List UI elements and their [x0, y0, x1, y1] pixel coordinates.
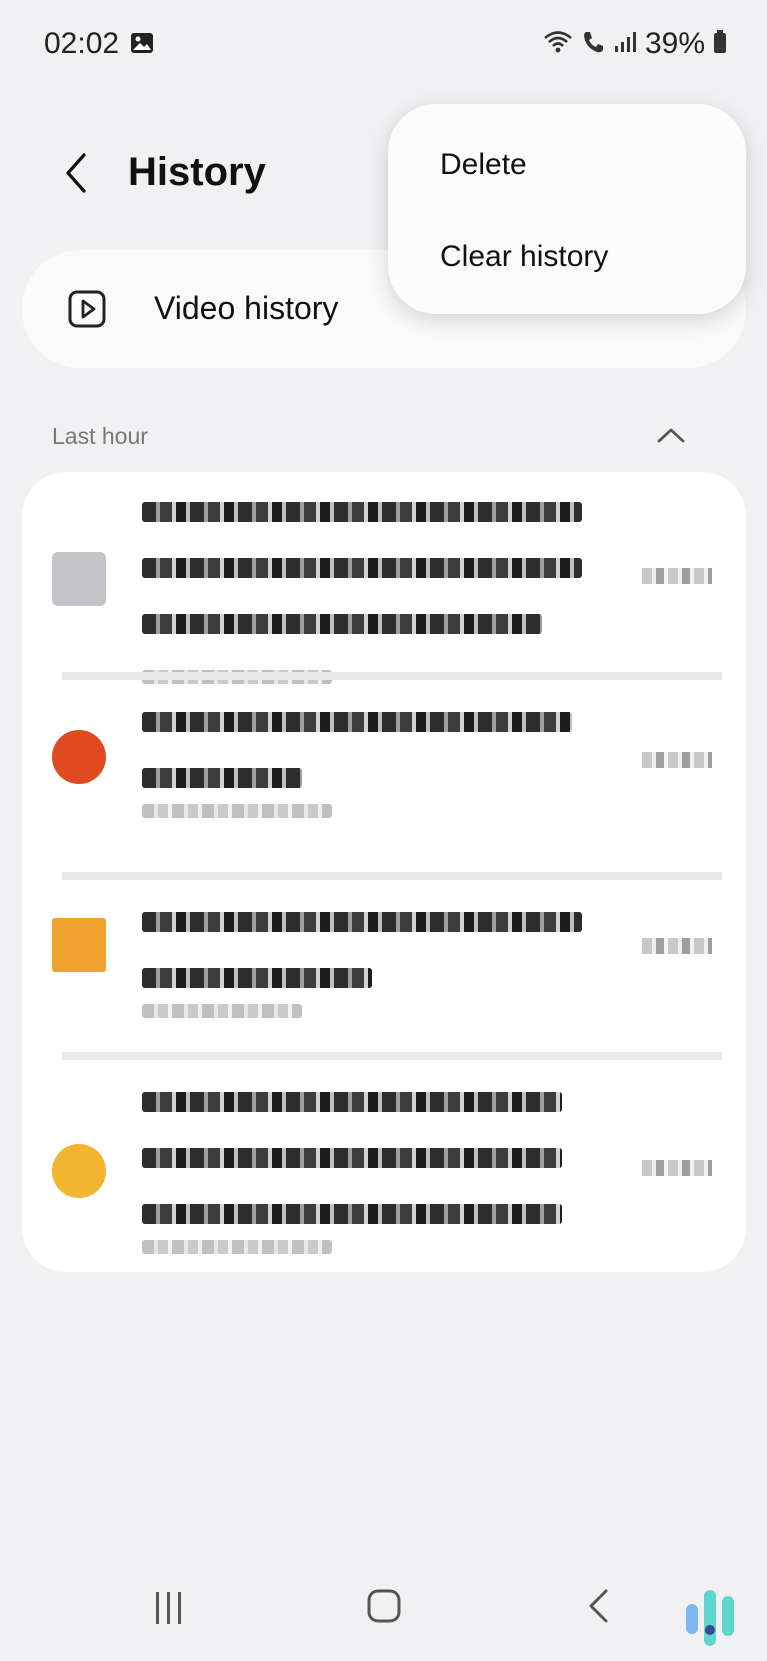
history-item-text — [142, 502, 582, 684]
history-item-time — [642, 1160, 712, 1176]
history-item[interactable] — [22, 1092, 746, 1254]
back-arrow-icon — [66, 153, 86, 193]
divider — [62, 672, 722, 680]
history-item[interactable] — [22, 912, 746, 1032]
menu-item-clear-history[interactable]: Clear history — [440, 240, 608, 274]
call-icon — [581, 29, 605, 60]
history-list — [22, 472, 746, 1272]
back-button[interactable] — [56, 148, 96, 198]
page-title: History — [128, 150, 266, 194]
status-icons: 39% — [543, 27, 727, 61]
section-label-last-hour: Last hour — [52, 423, 148, 449]
battery-level: 39% — [644, 27, 705, 60]
divider — [62, 1052, 722, 1060]
history-item-time — [642, 938, 712, 954]
recent-apps-icon[interactable] — [152, 1590, 186, 1631]
history-item[interactable] — [22, 712, 746, 842]
nav-back-icon[interactable] — [586, 1588, 612, 1629]
site-favicon — [52, 730, 106, 784]
gallery-icon — [130, 32, 154, 59]
history-item[interactable] — [22, 502, 746, 684]
site-favicon — [52, 1144, 106, 1198]
site-favicon — [52, 918, 106, 972]
history-item-text — [142, 1092, 562, 1254]
status-time: 02:02 — [44, 27, 120, 60]
history-item-time — [642, 752, 712, 768]
chevron-up-icon[interactable] — [656, 426, 686, 449]
history-item-text — [142, 912, 582, 1018]
menu-item-delete[interactable]: Delete — [440, 148, 527, 182]
system-nav-bar — [0, 1560, 767, 1660]
site-favicon — [52, 552, 106, 606]
wifi-icon — [543, 29, 573, 60]
play-icon — [68, 290, 106, 333]
brand-logo-icon — [684, 1582, 740, 1653]
overflow-menu: Delete Clear history — [388, 104, 746, 314]
history-item-time — [642, 568, 712, 584]
status-bar: 02:02 39% — [0, 0, 767, 90]
history-item-text — [142, 712, 572, 818]
signal-icon — [613, 30, 637, 59]
video-history-label: Video history — [154, 290, 339, 326]
home-icon[interactable] — [366, 1588, 402, 1629]
battery-icon — [713, 29, 727, 59]
divider — [62, 872, 722, 880]
